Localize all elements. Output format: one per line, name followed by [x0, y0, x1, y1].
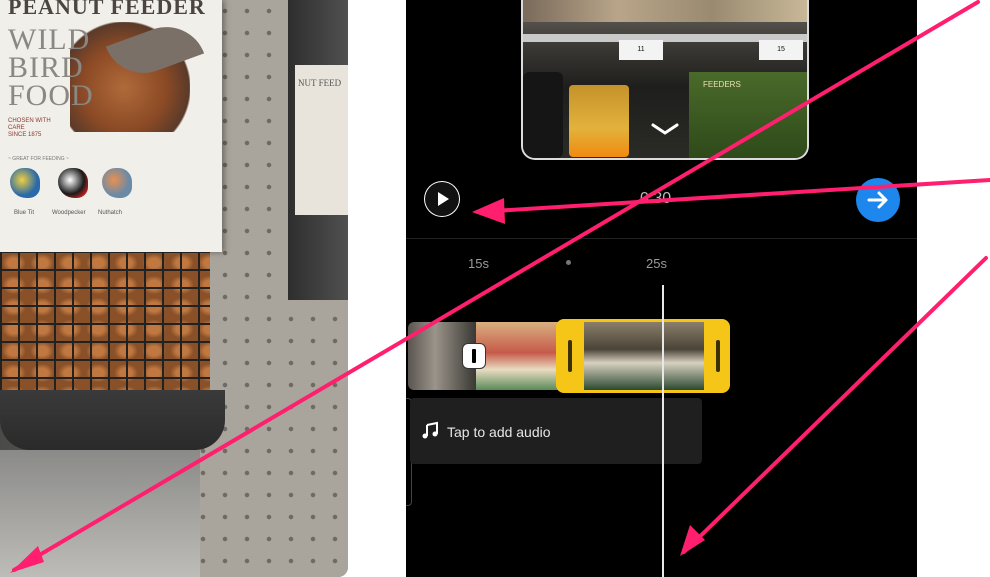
- video-preview[interactable]: 11 15 FEEDERS: [521, 0, 809, 160]
- selected-clip-thumbnail: [584, 322, 704, 390]
- divider: [406, 238, 917, 239]
- nuthatch-icon: [102, 168, 132, 198]
- music-note-icon: [422, 421, 438, 439]
- second-feeder-label-text: NUT FEED: [298, 78, 342, 88]
- feeder-label: PEANUT FEEDER WILD BIRD FOOD CHOSEN WITH…: [0, 0, 222, 252]
- product-title: PEANUT FEEDER: [8, 0, 206, 19]
- package-text: FEEDERS: [703, 80, 741, 89]
- trim-handle-right[interactable]: [716, 340, 720, 372]
- playhead[interactable]: [662, 285, 664, 577]
- product-package: [569, 85, 629, 157]
- play-button[interactable]: [424, 181, 460, 217]
- reference-photo: NUT FEED PEANUT FEEDER WILD BIRD FOOD CH…: [0, 0, 348, 577]
- feeder-base: [0, 390, 225, 450]
- tagline: CHOSEN WITH CARE SINCE 1875: [8, 118, 51, 138]
- timeline-clip[interactable]: [476, 322, 560, 390]
- chevron-down-icon[interactable]: [650, 122, 680, 136]
- blue-tit-icon: [10, 168, 40, 198]
- shelf-products: [523, 0, 807, 22]
- brand-line: WILD BIRD FOOD: [8, 23, 94, 112]
- play-icon: [425, 182, 459, 216]
- bird-icons: [6, 168, 216, 208]
- time-readout: 0:30: [640, 190, 672, 207]
- product-package: [523, 72, 563, 158]
- next-button[interactable]: [856, 178, 900, 222]
- bird-caption-2: Woodpecker: [52, 210, 86, 216]
- add-audio-label: Tap to add audio: [447, 424, 551, 440]
- price-tag: 15: [759, 40, 803, 60]
- timeline-tick-dot: [566, 260, 571, 265]
- attract-line: ~ GREAT FOR FEEDING ~: [8, 156, 69, 162]
- trim-handle-left[interactable]: [568, 340, 572, 372]
- feeder-stand: [0, 450, 200, 577]
- peanut-cage: [0, 252, 210, 397]
- bird-caption-3: Nuthatch: [98, 210, 123, 216]
- woodpecker-icon: [58, 168, 88, 198]
- arrow-right-icon: [867, 191, 888, 209]
- timeline-tick: 15s: [468, 256, 489, 271]
- timeline-tick: 25s: [646, 256, 667, 271]
- bird-caption-1: Blue Tit: [14, 210, 35, 216]
- price-tag: 11: [619, 40, 663, 60]
- clip-split-marker[interactable]: [462, 343, 486, 369]
